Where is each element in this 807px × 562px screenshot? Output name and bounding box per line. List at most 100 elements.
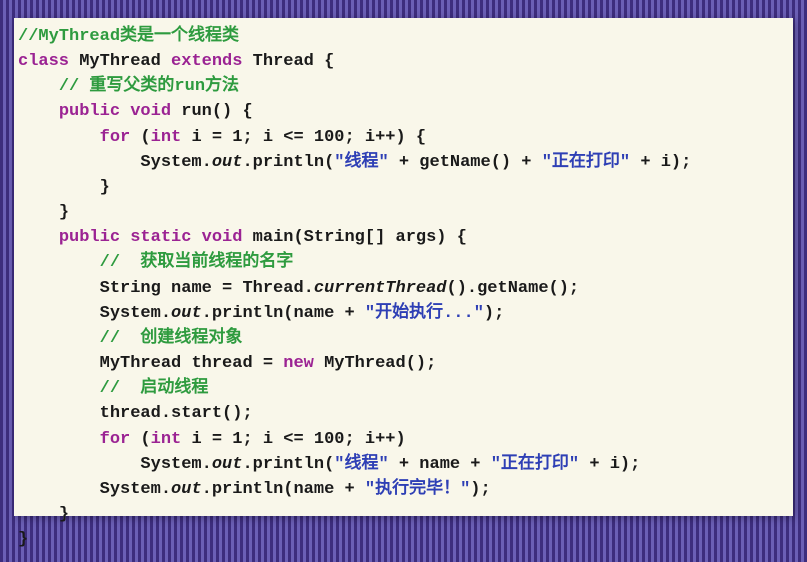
static-method: currentThread xyxy=(314,279,447,298)
comment: // 启动线程 xyxy=(100,379,209,398)
code-text: .println(name + xyxy=(202,480,365,499)
code-line: for (int i = 1; i <= 100; i++) xyxy=(18,427,789,452)
code-line: public static void main(String[] args) { xyxy=(18,225,789,250)
indent xyxy=(18,304,100,323)
code-line: thread.start(); xyxy=(18,401,789,426)
code-text: ); xyxy=(484,304,504,323)
indent xyxy=(18,505,59,524)
indent xyxy=(18,279,100,298)
code-text: run() { xyxy=(171,102,253,121)
code-text: } xyxy=(18,530,28,549)
code-line: // 获取当前线程的名字 xyxy=(18,250,789,275)
code-line: String name = Thread.currentThread().get… xyxy=(18,276,789,301)
static-field: out xyxy=(171,304,202,323)
code-line: } xyxy=(18,175,789,200)
string-literal: "执行完毕！" xyxy=(365,480,470,499)
string-literal: "开始执行..." xyxy=(365,304,484,323)
code-text: .println( xyxy=(242,455,334,474)
code-line: //MyThread类是一个线程类 xyxy=(18,24,789,49)
code-text: ); xyxy=(470,480,490,499)
keyword: for xyxy=(100,430,131,449)
code-text: + i); xyxy=(579,455,640,474)
code-block: //MyThread类是一个线程类 class MyThread extends… xyxy=(14,18,793,516)
code-text: } xyxy=(59,203,69,222)
code-line: } xyxy=(18,200,789,225)
comment: // 获取当前线程的名字 xyxy=(100,253,294,272)
code-text: System. xyxy=(140,153,211,172)
code-text: String name = Thread. xyxy=(100,279,314,298)
indent xyxy=(18,480,100,499)
code-text: i = 1; i <= 100; i++) xyxy=(181,430,405,449)
static-field: out xyxy=(212,153,243,172)
code-text: .println( xyxy=(242,153,334,172)
indent xyxy=(18,354,100,373)
keyword: int xyxy=(151,128,182,147)
keyword: class xyxy=(18,52,69,71)
code-text: System. xyxy=(100,480,171,499)
string-literal: "线程" xyxy=(334,455,388,474)
code-line: // 启动线程 xyxy=(18,376,789,401)
string-literal: "线程" xyxy=(334,153,388,172)
code-line: System.out.println("线程" + getName() + "正… xyxy=(18,150,789,175)
code-text: ().getName(); xyxy=(447,279,580,298)
code-line: System.out.println("线程" + name + "正在打印" … xyxy=(18,452,789,477)
code-text: .println(name + xyxy=(202,304,365,323)
code-text: System. xyxy=(140,455,211,474)
code-line: // 重写父类的run方法 xyxy=(18,74,789,99)
keyword: void xyxy=(130,102,171,121)
keyword: void xyxy=(202,228,243,247)
code-text: thread.start(); xyxy=(100,404,253,423)
code-text: } xyxy=(100,178,110,197)
keyword: extends xyxy=(171,52,242,71)
comment: // 创建线程对象 xyxy=(100,329,243,348)
indent xyxy=(18,77,59,96)
indent xyxy=(18,329,100,348)
code-text: + name + xyxy=(389,455,491,474)
code-line: public void run() { xyxy=(18,99,789,124)
string-literal: "正在打印" xyxy=(491,455,579,474)
code-line: MyThread thread = new MyThread(); xyxy=(18,351,789,376)
code-text: Thread { xyxy=(242,52,334,71)
indent xyxy=(18,228,59,247)
indent xyxy=(18,178,100,197)
code-line: System.out.println(name + "开始执行..."); xyxy=(18,301,789,326)
code-text xyxy=(120,102,130,121)
code-line: class MyThread extends Thread { xyxy=(18,49,789,74)
indent xyxy=(18,128,100,147)
code-text: i = 1; i <= 100; i++) { xyxy=(181,128,426,147)
code-line: System.out.println(name + "执行完毕！"); xyxy=(18,477,789,502)
keyword: int xyxy=(151,430,182,449)
static-field: out xyxy=(212,455,243,474)
indent xyxy=(18,203,59,222)
static-field: out xyxy=(171,480,202,499)
code-text: MyThread xyxy=(69,52,171,71)
code-line: } xyxy=(18,527,789,552)
code-text: + getName() + xyxy=(389,153,542,172)
indent xyxy=(18,430,100,449)
code-text: + i); xyxy=(630,153,691,172)
code-line: for (int i = 1; i <= 100; i++) { xyxy=(18,125,789,150)
indent xyxy=(18,102,59,121)
code-text: main(String[] args) { xyxy=(242,228,466,247)
indent xyxy=(18,404,100,423)
string-literal: "正在打印" xyxy=(542,153,630,172)
code-text xyxy=(191,228,201,247)
keyword: for xyxy=(100,128,131,147)
keyword: public xyxy=(59,102,120,121)
code-text: MyThread(); xyxy=(314,354,436,373)
code-text: } xyxy=(59,505,69,524)
indent xyxy=(18,153,140,172)
indent xyxy=(18,253,100,272)
keyword: public xyxy=(59,228,120,247)
code-line: } xyxy=(18,502,789,527)
comment: //MyThread类是一个线程类 xyxy=(18,27,239,46)
indent xyxy=(18,379,100,398)
code-text: MyThread thread = xyxy=(100,354,284,373)
keyword: static xyxy=(130,228,191,247)
code-text: System. xyxy=(100,304,171,323)
code-text: ( xyxy=(130,430,150,449)
code-text: ( xyxy=(130,128,150,147)
indent xyxy=(18,455,140,474)
comment: // 重写父类的run方法 xyxy=(59,77,239,96)
keyword: new xyxy=(283,354,314,373)
